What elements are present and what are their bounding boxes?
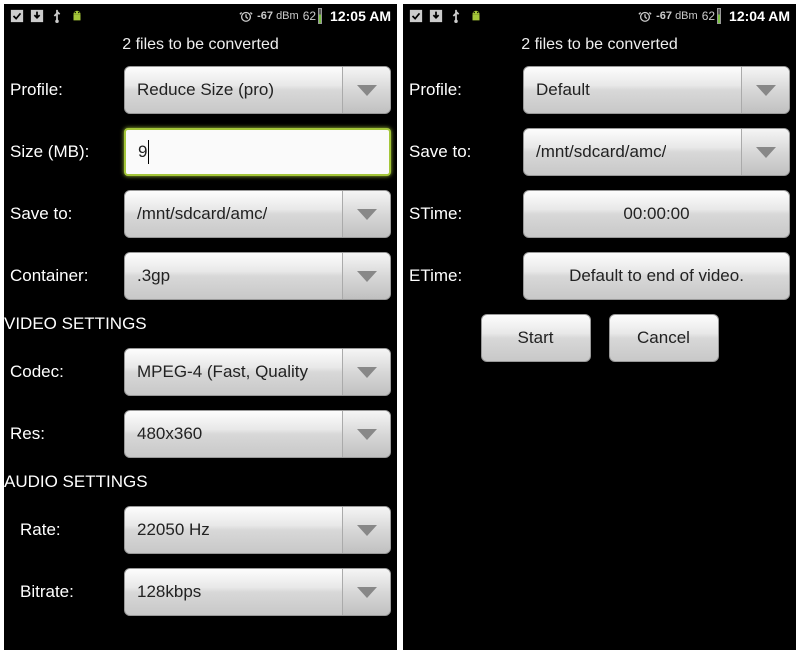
bitrate-label: Bitrate: [10,582,116,602]
check-icon [10,9,24,23]
download-icon [30,9,44,23]
saveto-label: Save to: [409,142,515,162]
profile-label: Profile: [10,80,116,100]
battery-indicator: 62 [303,8,322,24]
saveto-dropdown[interactable]: /mnt/sdcard/amc/ [523,128,790,176]
chevron-down-icon [342,507,390,553]
profile-label: Profile: [409,80,515,100]
usb-icon [449,9,463,23]
profile-dropdown[interactable]: Default [523,66,790,114]
alarm-icon [638,9,652,23]
chevron-down-icon [342,67,390,113]
screen-left: -67 dBm 62 12:05 AM 2 files to be conver… [4,4,397,650]
stime-label: STime: [409,204,515,224]
container-dropdown[interactable]: .3gp [124,252,391,300]
chevron-down-icon [741,67,789,113]
check-icon [409,9,423,23]
chevron-down-icon [342,253,390,299]
etime-label: ETime: [409,266,515,286]
files-count-label: 2 files to be converted [4,28,397,66]
android-icon [469,9,483,23]
chevron-down-icon [342,411,390,457]
res-dropdown[interactable]: 480x360 [124,410,391,458]
chevron-down-icon [741,129,789,175]
chevron-down-icon [342,349,390,395]
alarm-icon [239,9,253,23]
usb-icon [50,9,64,23]
rate-dropdown[interactable]: 22050 Hz [124,506,391,554]
status-bar: -67 dBm 62 12:05 AM [4,4,397,28]
container-label: Container: [10,266,116,286]
signal-strength: -67 dBm [656,10,698,22]
cancel-button[interactable]: Cancel [609,314,719,362]
size-label: Size (MB): [10,142,116,162]
video-settings-header: VIDEO SETTINGS [4,314,391,334]
download-icon [429,9,443,23]
res-label: Res: [10,424,116,444]
status-bar: -67 dBm 62 12:04 AM [403,4,796,28]
etime-button[interactable]: Default to end of video. [523,252,790,300]
codec-dropdown[interactable]: MPEG-4 (Fast, Quality [124,348,391,396]
clock: 12:04 AM [729,8,790,24]
android-icon [70,9,84,23]
rate-label: Rate: [10,520,116,540]
battery-indicator: 62 [702,8,721,24]
size-input[interactable]: 9 [124,128,391,176]
audio-settings-header: AUDIO SETTINGS [4,472,391,492]
signal-strength: -67 dBm [257,10,299,22]
files-count-label: 2 files to be converted [403,28,796,66]
screen-right: -67 dBm 62 12:04 AM 2 files to be conver… [403,4,796,650]
profile-dropdown[interactable]: Reduce Size (pro) [124,66,391,114]
bitrate-dropdown[interactable]: 128kbps [124,568,391,616]
saveto-label: Save to: [10,204,116,224]
saveto-dropdown[interactable]: /mnt/sdcard/amc/ [124,190,391,238]
start-button[interactable]: Start [481,314,591,362]
clock: 12:05 AM [330,8,391,24]
stime-button[interactable]: 00:00:00 [523,190,790,238]
chevron-down-icon [342,569,390,615]
chevron-down-icon [342,191,390,237]
codec-label: Codec: [10,362,116,382]
